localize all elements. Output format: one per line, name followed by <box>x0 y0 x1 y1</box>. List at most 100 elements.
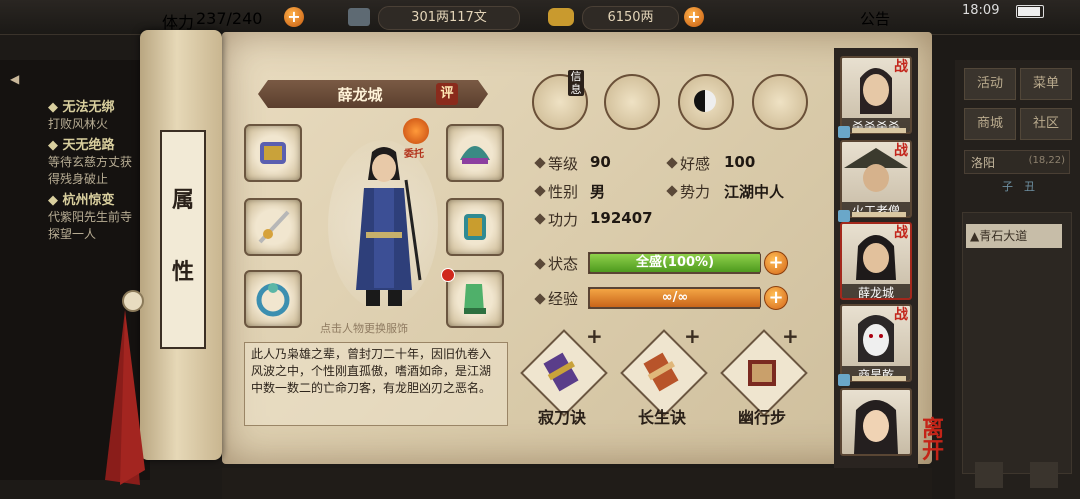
community-button[interactable]: 社区 <box>1020 108 1072 140</box>
faction-value: 江湖中人 <box>724 183 785 201</box>
status-value: 全盛(100%) <box>635 255 715 270</box>
gold-value: 6150两 <box>582 6 679 30</box>
quest-title: 杭州惊变 <box>62 193 115 208</box>
clock: 18:09 <box>962 3 1000 18</box>
equip-slot-armor[interactable] <box>446 198 504 256</box>
gold-icon <box>548 8 574 26</box>
status-label: 状态 <box>548 255 579 273</box>
equip-slot-ring[interactable] <box>244 270 302 328</box>
quest-desc: 打败风林火 <box>48 117 109 131</box>
portrait-icon <box>854 400 898 454</box>
book-icon <box>748 360 776 386</box>
gender-value: 男 <box>590 183 606 201</box>
skill-name: 寂刀诀 <box>537 408 586 427</box>
location-bar: 洛阳 (18,22) <box>964 150 1070 174</box>
battle-tag: 战 <box>894 225 908 241</box>
status-bar: 全盛(100%) <box>588 252 761 274</box>
battery-icon <box>1016 5 1044 18</box>
progress-strip <box>852 212 906 217</box>
party-member-name: 薛龙城 <box>842 284 910 298</box>
skill-plus[interactable]: + <box>782 324 799 348</box>
activity-button[interactable]: 活动 <box>964 68 1016 100</box>
tab-char: 属 <box>171 188 194 213</box>
battle-tag: 战 <box>894 307 908 323</box>
location-name: 洛阳 <box>971 156 996 170</box>
info-label: 信息 <box>568 70 584 96</box>
tab-char: 性 <box>171 260 194 285</box>
battle-tag: 战 <box>894 143 908 159</box>
road-item[interactable]: ▲青石大道 <box>966 224 1062 248</box>
armguard-icon <box>260 142 286 164</box>
skill-name: 长生诀 <box>637 408 686 427</box>
tab-chou[interactable]: 丑 <box>1024 180 1035 193</box>
delegate-label: 委托 <box>404 149 424 160</box>
equip-slot-helmet[interactable] <box>446 124 504 182</box>
gender-label: 性别 <box>548 183 579 201</box>
faction-label: 势力 <box>680 183 711 201</box>
bio-box: 此人乃枭雄之辈，曾封刀二十年，因旧仇卷入风波之中，个性刚直孤傲，嗜酒如命，是江湖… <box>244 342 508 426</box>
location-coords: (18,22) <box>1028 155 1065 166</box>
add-gold-button[interactable]: + <box>684 7 704 27</box>
level-label: 等级 <box>548 155 579 173</box>
quest-item[interactable]: ◆ 无法无绑 打败风林火 <box>48 96 148 132</box>
quest-list: ◆ 无法无绑 打败风林火 ◆ 天无绝路 等待玄慈方丈获得残身破止 ◆ 杭州惊变 … <box>48 96 148 242</box>
bottom-right-button[interactable] <box>975 462 1003 488</box>
nearby-list <box>962 212 1072 474</box>
equip-slot-boots[interactable] <box>446 270 504 328</box>
shop-button[interactable]: 商城 <box>964 108 1016 140</box>
review-badge[interactable]: 评 <box>436 83 458 105</box>
exp-bar-fill: ∞/∞ <box>589 288 761 308</box>
level-value: 90 <box>590 153 611 171</box>
quest-title: 天无绝路 <box>62 138 115 153</box>
scroll-icon <box>543 352 579 392</box>
skill-plus[interactable]: + <box>586 324 603 348</box>
favor-value: 100 <box>724 153 756 171</box>
rank-icon <box>838 210 850 222</box>
power-value: 192407 <box>590 209 653 227</box>
tab-zi[interactable]: 子 <box>1002 180 1013 193</box>
tassel-icon <box>105 310 145 485</box>
progress-strip <box>852 376 906 381</box>
road-icon: ▲ <box>970 229 980 243</box>
equip-slot-weapon[interactable] <box>244 198 302 256</box>
bottom-right-button[interactable] <box>1030 462 1058 488</box>
restore-status-button[interactable]: + <box>764 251 788 275</box>
skill-name: 幽行步 <box>737 408 786 427</box>
add-stamina-button[interactable]: + <box>284 7 304 27</box>
meridian-icon[interactable] <box>752 74 808 130</box>
quest-desc: 等待玄慈方丈获得残身破止 <box>48 155 133 186</box>
bio-text: 此人乃枭雄之辈，曾封刀二十年，因旧仇卷入风波之中，个性刚直孤傲，嗜酒如命，是江湖… <box>251 347 492 395</box>
box-icon[interactable] <box>604 74 660 130</box>
quest-item[interactable]: ◆ 杭州惊变 代紫阳先生前寺探望一人 <box>48 189 148 242</box>
sword-icon <box>258 210 290 244</box>
favor-label: 好感 <box>680 155 711 173</box>
bagua-icon[interactable] <box>678 74 734 130</box>
exp-bar: ∞/∞ <box>588 287 761 309</box>
attribute-tab[interactable]: 属 性 <box>160 130 206 349</box>
road-name: 青石大道 <box>979 229 1028 243</box>
rank-icon <box>838 126 850 138</box>
silver-value: 301两117文 <box>378 6 520 30</box>
exp-value: ∞/∞ <box>661 290 689 305</box>
quest-item[interactable]: ◆ 天无绝路 等待玄慈方丈获得残身破止 <box>48 134 148 187</box>
character-name: 薛龙城 <box>337 86 383 104</box>
change-outfit-hint: 点击人物更换服饰 <box>320 322 408 335</box>
stamina-value: 237/240 <box>196 9 263 28</box>
helmet-icon <box>460 146 490 164</box>
equip-slot-armguard[interactable] <box>244 124 302 182</box>
delegate-icon[interactable] <box>403 118 429 144</box>
collapse-arrow-icon[interactable]: ◀ <box>10 72 19 86</box>
party-member[interactable] <box>840 388 912 456</box>
ring-icon <box>256 283 290 317</box>
quest-title: 无法无绑 <box>62 100 115 115</box>
notice-button[interactable]: 公告 <box>860 8 890 29</box>
skill-plus[interactable]: + <box>684 324 701 348</box>
rank-icon <box>838 374 850 386</box>
progress-strip <box>852 128 906 133</box>
menu-button[interactable]: 菜单 <box>1020 68 1072 100</box>
boots-icon <box>464 284 486 314</box>
quest-desc: 代紫阳先生前寺探望一人 <box>48 210 133 241</box>
exit-button[interactable]: 离开 <box>922 418 946 462</box>
add-exp-button[interactable]: + <box>764 286 788 310</box>
character-figure[interactable] <box>334 140 434 315</box>
